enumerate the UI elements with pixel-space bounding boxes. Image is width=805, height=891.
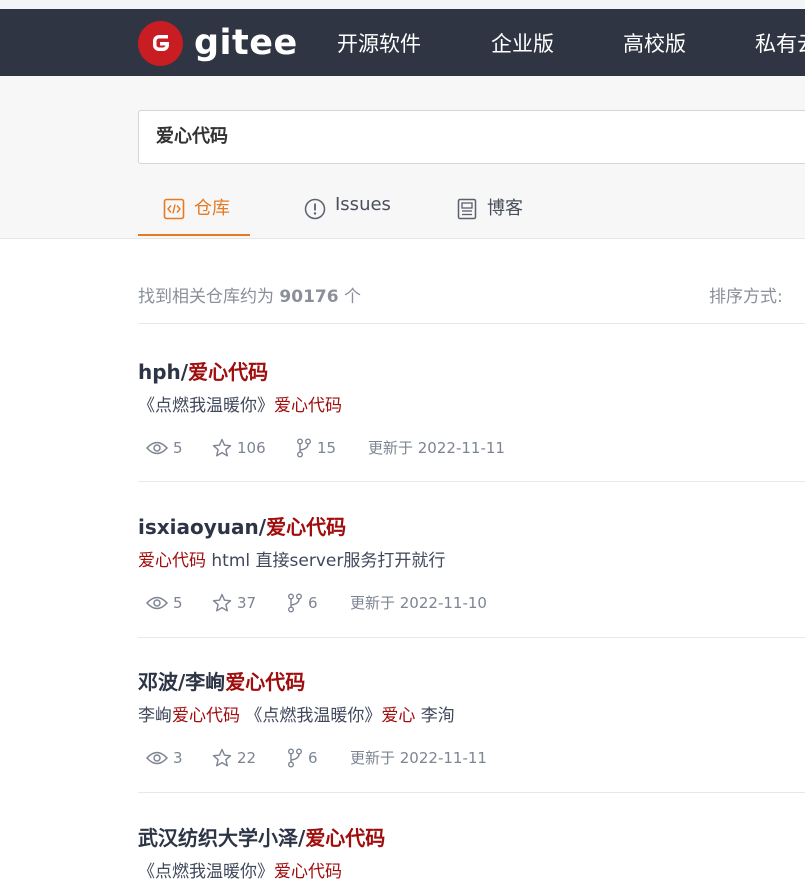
list-item: 武汉纺织大学小泽/爱心代码 《点燃我温暖你》爱心代码	[138, 822, 805, 882]
list-item: hph/爱心代码 《点燃我温暖你》爱心代码 5 106 15 更新于 2022-…	[138, 356, 805, 458]
fork-count[interactable]: 15	[296, 438, 368, 458]
star-icon	[212, 438, 232, 456]
fork-icon	[288, 593, 302, 612]
star-icon	[212, 748, 232, 766]
nav-enterprise[interactable]: 企业版	[491, 28, 554, 58]
list-item: isxiaoyuan/爱心代码 爱心代码 html 直接server服务打开就行…	[138, 511, 805, 613]
repo-description: 爱心代码 html 直接server服务打开就行	[138, 551, 446, 571]
star-count[interactable]: 106	[212, 438, 296, 458]
result-summary: 找到相关仓库约为 90176 个	[138, 287, 361, 307]
logo-text: gitee	[194, 23, 298, 63]
fork-icon	[297, 438, 311, 457]
tab-label: 仓库	[194, 198, 230, 219]
divider	[138, 637, 805, 638]
repo-stats: 3 22 6 更新于 2022-11-11	[138, 747, 805, 768]
repo-description: 李峋爱心代码 《点燃我温暖你》爱心 李洵	[138, 706, 455, 726]
code-icon	[163, 198, 185, 225]
search-area: 爱心代码 仓库 Issues 博客	[0, 76, 805, 239]
eye-icon	[146, 441, 168, 454]
watch-count[interactable]: 5	[146, 594, 212, 612]
eye-icon	[146, 596, 168, 609]
nav-education[interactable]: 高校版	[623, 28, 686, 58]
list-item: 邓波/李峋爱心代码 李峋爱心代码 《点燃我温暖你》爱心 李洵 3 22 6 更新…	[138, 666, 805, 768]
divider	[138, 792, 805, 793]
tab-repositories[interactable]: 仓库	[163, 194, 230, 238]
gitee-logo[interactable]: gitee	[138, 20, 298, 66]
repo-title-link[interactable]: hph/爱心代码	[138, 356, 805, 385]
divider	[138, 323, 805, 324]
updated-time: 更新于 2022-11-10	[350, 594, 487, 612]
updated-time: 更新于 2022-11-11	[350, 749, 487, 767]
active-tab-indicator	[138, 234, 250, 236]
repo-title-link[interactable]: isxiaoyuan/爱心代码	[138, 511, 805, 540]
tab-issues[interactable]: Issues	[304, 194, 391, 238]
blog-icon	[456, 198, 478, 225]
search-input[interactable]: 爱心代码	[138, 110, 805, 164]
star-icon	[212, 593, 232, 611]
repo-description: 《点燃我温暖你》爱心代码	[138, 862, 342, 882]
star-count[interactable]: 37	[212, 593, 287, 613]
eye-icon	[146, 751, 168, 764]
gitee-logo-icon	[138, 20, 183, 66]
top-navbar: gitee 开源软件 企业版 高校版 私有云	[0, 9, 805, 76]
repo-title-link[interactable]: 邓波/李峋爱心代码	[138, 666, 805, 695]
fork-icon	[288, 748, 302, 767]
result-count: 90176	[279, 287, 339, 307]
repo-stats: 5 37 6 更新于 2022-11-10	[138, 592, 805, 613]
watch-count[interactable]: 5	[146, 439, 212, 457]
issue-icon	[304, 198, 326, 225]
nav-private-cloud[interactable]: 私有云	[755, 28, 805, 58]
watch-count[interactable]: 3	[146, 749, 212, 767]
fork-count[interactable]: 6	[287, 748, 350, 768]
repo-stats: 5 106 15 更新于 2022-11-11	[138, 437, 805, 458]
star-count[interactable]: 22	[212, 748, 287, 768]
top-strip	[0, 0, 805, 9]
tab-blogs[interactable]: 博客	[456, 194, 523, 238]
repo-description: 《点燃我温暖你》爱心代码	[138, 396, 342, 416]
updated-time: 更新于 2022-11-11	[368, 439, 505, 457]
fork-count[interactable]: 6	[287, 593, 350, 613]
tab-label: 博客	[487, 198, 523, 219]
tab-label: Issues	[335, 194, 391, 215]
divider	[138, 481, 805, 482]
repo-title-link[interactable]: 武汉纺织大学小泽/爱心代码	[138, 822, 805, 851]
sort-selector[interactable]: 排序方式:	[709, 282, 783, 307]
nav-open-source[interactable]: 开源软件	[337, 28, 421, 58]
